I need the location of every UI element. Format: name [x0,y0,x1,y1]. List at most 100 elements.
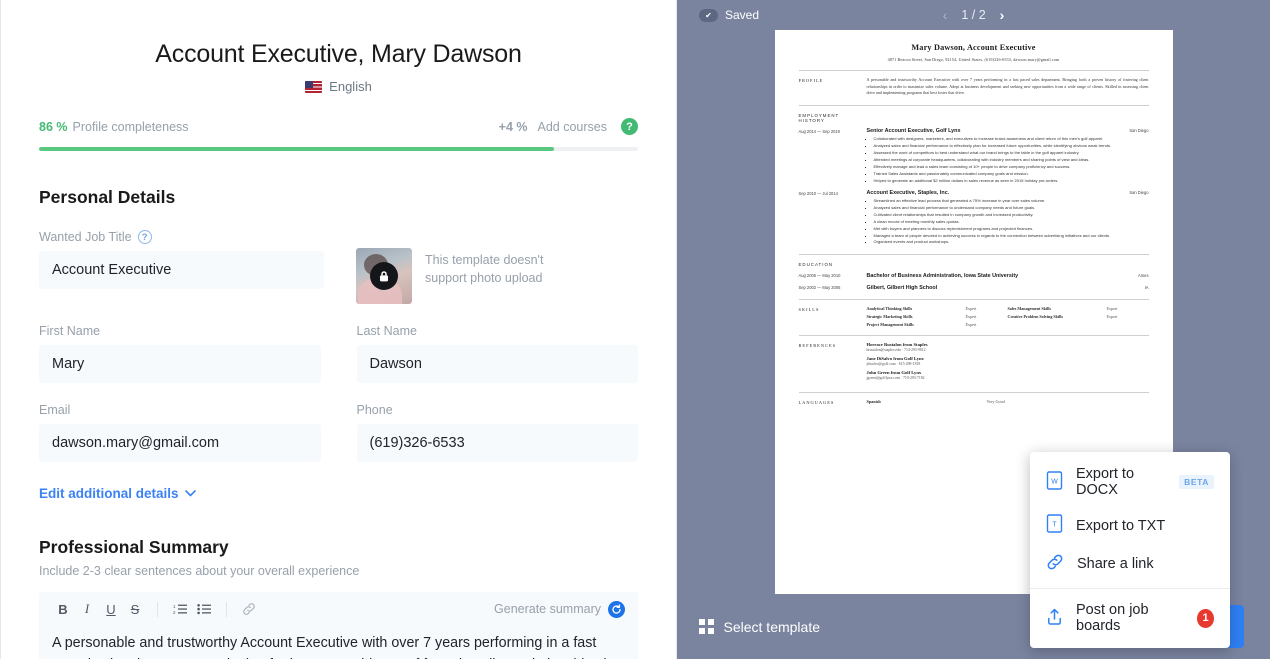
prev-page-button[interactable]: ‹ [943,7,948,23]
underline-button[interactable]: U [100,598,122,620]
last-name-input[interactable]: Dawson [356,345,638,383]
phone-field[interactable]: (619)326-6533 [356,424,638,462]
job-bullet: A clean record of meeting monthly sales … [874,219,1149,225]
resume-builder-app: Account Executive, Mary Dawson English 8… [0,0,1270,659]
email-field[interactable]: dawson.mary@gmail.com [39,424,321,462]
education-title: Bachelor of Business Administration, Iow… [866,273,1019,280]
saved-label: Saved [725,8,760,22]
language-selector[interactable]: English [39,79,638,94]
lock-icon [370,262,398,290]
generate-summary-label: Generate summary [494,602,601,616]
menu-item-label: Export to TXT [1076,517,1166,534]
resume-contact: 4871 Beacon Street, San Diego, 92154, Un… [887,57,1060,62]
generate-summary-button[interactable]: Generate summary [494,600,625,618]
education-location: Ames [1138,273,1149,279]
bold-button[interactable]: B [52,598,74,620]
menu-item-post-on-job-boards[interactable]: Post on job boards 1 [1030,594,1230,642]
menu-item-share-a-link[interactable]: Share a link [1030,545,1230,583]
divider [798,299,1149,301]
completeness-label: Profile completeness [72,119,189,134]
skill-level: Expert [1106,314,1118,320]
job-bullets: Streamlined an effective lead process th… [874,198,1149,246]
skill-name: Analytical Thinking Skills [866,306,913,312]
references-label: REFERENCES [798,343,837,349]
job-title-label: Wanted Job Title ? [39,230,324,244]
skill-name: Sales Management Skills [1007,306,1051,312]
italic-button[interactable]: I [76,598,98,620]
upload-share-icon [1046,607,1063,630]
last-name-label: Last Name [356,324,417,338]
menu-item-export-to-docx[interactable]: W Export to DOCX BETA [1030,458,1230,506]
progress-fill [39,147,555,151]
menu-item-label: Share a link [1077,556,1154,572]
menu-divider [1030,588,1230,589]
summary-textarea[interactable]: A personable and trustworthy Account Exe… [39,626,638,659]
page-title: Account Executive, Mary Dawson [155,40,522,68]
reference-contact: jgreen@golflynx.com · 719-293-7182 [866,376,925,381]
job-bullet: Analyzed sales and financial performance… [874,143,1149,149]
add-courses-link[interactable]: Add courses [538,120,607,134]
refresh-icon [608,600,625,618]
education-dates: Aug 2006 — May 2010 [798,273,841,279]
references-list: Horrace Rustalon from Staples hrustalon@… [867,342,1149,384]
status-badge: ✔ Saved [699,8,759,22]
skill-level [1107,322,1149,327]
ordered-list-icon[interactable]: 12 [169,598,191,620]
strikethrough-button[interactable]: S [124,598,146,620]
professional-summary-subheading: Include 2-3 clear sentences about your o… [39,564,360,578]
education-location: IA [1144,285,1149,291]
menu-item-label: Post on job boards [1076,602,1149,634]
grid-icon [699,619,714,634]
personal-details-heading: Personal Details [39,187,176,207]
first-name-label: First Name [39,324,101,338]
question-mark-icon[interactable]: ? [137,230,152,244]
menu-item-export-to-txt[interactable]: T Export to TXT [1030,506,1230,545]
job-bullet: Assessed the work of competitors to best… [874,150,1149,156]
job-bullet: Helped to generate an additional $2 mill… [874,178,1149,184]
languages-list: Spanish Very Good [867,399,1149,405]
skill-name: Project Management Skills [866,322,914,328]
job-bullet: Cultivated client relationships that res… [874,212,1149,218]
reference-item: Horrace Rustalon from Staples hrustalon@… [867,342,1149,352]
edit-additional-details-link[interactable]: Edit additional details [39,486,638,501]
divider [798,104,1149,106]
skill-level: Expert [1106,306,1118,312]
email-label: Email [39,403,71,417]
job-title-input[interactable]: Account Executive [39,251,324,289]
skills-grid: Analytical Thinking Skills Expert Sales M… [867,306,1149,327]
txt-file-icon: T [1046,514,1063,537]
help-icon[interactable]: ? [621,118,638,135]
resume-profile-section: PROFILE A personable and trustworthy Acc… [799,77,1149,97]
education-title: Gilbert, Gilbert High School [866,285,938,292]
reference-item: Jane DiSalvo from Golf Lynx jdisalvo@gol… [867,356,1149,366]
bullet-list-icon[interactable] [193,598,215,620]
reference-name: Horrace Rustalon from Staples [866,342,928,348]
job-bullet: Organized events and product workshops. [874,239,1149,245]
job-bullet: Analyzed sales and financial performance… [874,205,1149,211]
job-bullet: Effectively manage and lead a sales team… [874,164,1149,170]
profile-text: A personable and trustworthy Account Exe… [866,77,1149,96]
reference-item: John Green from Golf Lynx jgreen@golflyn… [867,370,1149,380]
preview-toolbar: ✔ Saved ‹ 1 / 2 › [677,0,1270,30]
first-name-input[interactable]: Mary [39,345,321,383]
menu-item-label: Export to DOCX [1076,466,1135,498]
professional-summary-heading: Professional Summary [39,537,229,557]
resume-languages-section: LANGUAGES Spanish Very Good [799,399,1149,405]
next-page-button[interactable]: › [1000,7,1005,23]
education-item: Aug 2006 — May 2010 Bachelor of Business… [799,272,1149,279]
employment-list: Aug 2014 — Sep 2019 Senior Account Execu… [799,128,1149,247]
avatar[interactable] [356,248,412,304]
language-level: Very Good [986,399,1005,405]
svg-text:2: 2 [173,610,176,615]
language-name: Spanish [866,399,881,405]
resume-name: Mary Dawson, Account Executive [911,43,1036,52]
link-icon[interactable] [238,598,260,620]
export-dropdown-menu: W Export to DOCX BETA T Export to TXT Sha… [1030,452,1230,648]
bonus-percent: +4 % [498,119,528,134]
education-list: Aug 2006 — May 2010 Bachelor of Business… [799,272,1149,291]
profile-label: PROFILE [798,78,824,83]
select-template-button[interactable]: Select template [699,619,820,635]
reference-name: Jane DiSalvo from Golf Lynx [866,356,924,362]
toolbar-divider-2 [226,601,227,617]
skill-name [1008,322,1107,327]
